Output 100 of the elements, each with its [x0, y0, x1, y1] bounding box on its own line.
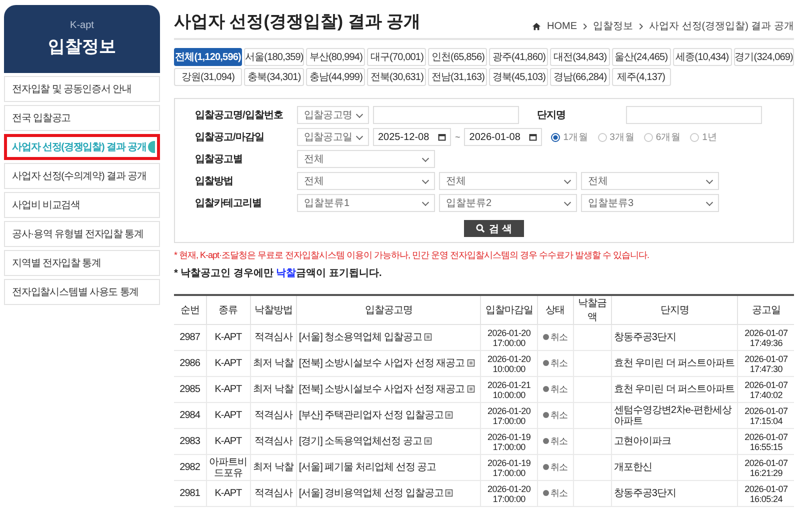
- home-icon: [532, 22, 541, 30]
- table-cell: K-APT: [206, 428, 250, 454]
- field-label: 단지명: [537, 109, 566, 122]
- breadcrumb-link[interactable]: 사업자 선정(경쟁입찰) 결과 공개: [649, 19, 794, 33]
- select-field[interactable]: 전체: [581, 172, 719, 190]
- status-label: 취소: [542, 488, 568, 499]
- period-radio[interactable]: 3개월: [598, 130, 635, 144]
- notice-link[interactable]: [서울] 청소용역업체 입찰공고: [298, 332, 422, 343]
- select-field[interactable]: 전체: [439, 172, 577, 190]
- table-cell: 2984: [174, 402, 206, 428]
- table-cell: 2026-01-20 17:00:00: [480, 480, 538, 506]
- sidebar-item[interactable]: 전자입찰 및 공동인증서 안내: [4, 76, 160, 102]
- chevron-icon: [639, 22, 643, 30]
- sidebar-item[interactable]: 사업비 비교검색: [4, 192, 160, 218]
- table-cell: 개포한신: [611, 454, 738, 480]
- input-field[interactable]: [626, 106, 762, 124]
- region-tab[interactable]: 충북(34,301): [244, 68, 304, 86]
- table-cell: 최저 낙찰: [250, 454, 296, 480]
- table-cell: 2981: [174, 480, 206, 506]
- table-cell: 2982: [174, 454, 206, 480]
- region-tab[interactable]: 전북(30,631): [367, 68, 426, 86]
- breadcrumb-link[interactable]: HOME: [547, 20, 577, 32]
- breadcrumb-link[interactable]: 입찰정보: [593, 19, 633, 33]
- select-field[interactable]: 입찰분류3: [581, 194, 719, 212]
- table-cell: 효천 우미린 더 퍼스트아파트: [611, 376, 738, 402]
- select-field[interactable]: 입찰공고명: [297, 106, 369, 124]
- select-field[interactable]: 전체: [297, 172, 435, 190]
- notice-link[interactable]: [서울] 경비용역업체 선정 입찰공고: [298, 488, 444, 499]
- period-radio[interactable]: 1개월: [551, 130, 589, 144]
- region-tab[interactable]: 세종(10,434): [672, 48, 732, 66]
- sidebar-title: 입찰정보: [48, 36, 116, 58]
- column-header: 공고일: [738, 295, 794, 324]
- sidebar-item[interactable]: 지역별 전자입찰 통계: [4, 250, 160, 276]
- document-icon: [466, 359, 475, 367]
- region-tab[interactable]: 대전(34,843): [550, 48, 610, 66]
- search-button[interactable]: 검 색: [464, 220, 524, 237]
- sidebar-item[interactable]: 공사·용역 유형별 전자입찰 통계: [4, 221, 160, 247]
- table-cell: 고현아이파크: [611, 428, 738, 454]
- region-tab[interactable]: 전체(1,120,596): [174, 48, 242, 66]
- table-cell: K-APT: [206, 350, 250, 376]
- table-cell: 2026-01-20 10:00:00: [480, 350, 538, 376]
- field-label: 입찰공고명/입찰번호: [195, 109, 284, 122]
- sidebar-item[interactable]: 사업자 선정(수의계약) 결과 공개: [4, 163, 160, 189]
- table-cell: 창동주공3단지: [611, 324, 738, 350]
- table-cell: K-APT: [206, 376, 250, 402]
- notice-link[interactable]: [전북] 소방시설보수 사업자 선정 재공고: [298, 384, 465, 395]
- region-tab[interactable]: 인천(65,856): [428, 48, 488, 66]
- column-header: 낙찰금액: [573, 295, 612, 324]
- select-field[interactable]: 입찰분류2: [439, 194, 577, 212]
- input-field[interactable]: [373, 106, 519, 124]
- region-tab[interactable]: 울산(24,465): [612, 48, 671, 66]
- notice-link[interactable]: [전북] 소방시설보수 사업자 선정 재공고: [298, 358, 465, 369]
- region-tab[interactable]: 부산(80,994): [306, 48, 366, 66]
- table-cell: 적격심사: [250, 402, 296, 428]
- notice-text: * 낙찰공고인 경우에만 낙찰금액이 표기됩니다.: [174, 267, 383, 280]
- region-tab[interactable]: 전남(31,163): [428, 68, 488, 86]
- period-radio[interactable]: 1년: [690, 130, 718, 144]
- calendar-icon: [529, 133, 538, 141]
- brand-label: K-apt: [70, 20, 94, 31]
- field-label: 입찰방법: [195, 175, 234, 188]
- range-separator: ~: [455, 132, 460, 142]
- column-header: 낙찰방법: [250, 295, 296, 324]
- search-icon: [476, 224, 486, 233]
- notice-link[interactable]: [부산] 주택관리업자 선정 입찰공고: [298, 410, 444, 421]
- select-field[interactable]: 입찰분류1: [297, 194, 435, 212]
- date-field[interactable]: 2026-01-08: [464, 128, 542, 146]
- page-title: 사업자 선정(경쟁입찰) 결과 공개: [174, 11, 420, 33]
- select-field[interactable]: 전체: [297, 150, 435, 168]
- notice-link[interactable]: [서울] 폐기물 처리업체 선정 공고: [298, 462, 436, 473]
- date-field[interactable]: 2025-12-08: [373, 128, 451, 146]
- table-cell: 창동주공3단지: [611, 480, 738, 506]
- region-tab[interactable]: 대구(70,001): [367, 48, 426, 66]
- period-radio[interactable]: 6개월: [644, 130, 682, 144]
- table-cell: 적격심사: [250, 324, 296, 350]
- table-cell: 2026-01-20 17:00:00: [480, 324, 538, 350]
- column-header: 입찰마감일: [480, 295, 538, 324]
- select-field[interactable]: 입찰공고일: [297, 128, 369, 146]
- table-cell: 2987: [174, 324, 206, 350]
- region-tab[interactable]: 광주(41,860): [489, 48, 548, 66]
- field-label: 입찰카테고리별: [195, 197, 262, 210]
- region-tab[interactable]: 충남(44,999): [306, 68, 366, 86]
- region-tab[interactable]: 강원(31,094): [174, 68, 242, 86]
- table-cell: 2983: [174, 428, 206, 454]
- table-cell: 2026-01-21 10:00:00: [480, 376, 538, 402]
- region-tab[interactable]: 경남(66,284): [550, 68, 610, 86]
- table-cell: 최저 낙찰: [250, 350, 296, 376]
- region-tab[interactable]: 경기(324,069): [734, 48, 794, 66]
- region-tab[interactable]: 경북(45,103): [489, 68, 548, 86]
- region-tab[interactable]: 서울(180,359): [244, 48, 304, 66]
- sidebar-item[interactable]: 전국 입찰공고: [4, 105, 160, 131]
- sidebar-item[interactable]: 전자입찰시스템별 사용도 통계: [4, 279, 160, 305]
- table-cell: 적격심사: [250, 480, 296, 506]
- document-icon: [466, 385, 475, 393]
- notice-link[interactable]: [경기] 소독용역업체선정 공고: [298, 436, 422, 447]
- column-header: 종류: [206, 295, 250, 324]
- table-cell: 적격심사: [250, 428, 296, 454]
- status-label: 취소: [542, 462, 568, 473]
- region-tab[interactable]: 제주(4,137): [612, 68, 671, 86]
- status-label: 취소: [542, 436, 568, 447]
- table-cell: 효천 우미린 더 퍼스트아파트: [611, 350, 738, 376]
